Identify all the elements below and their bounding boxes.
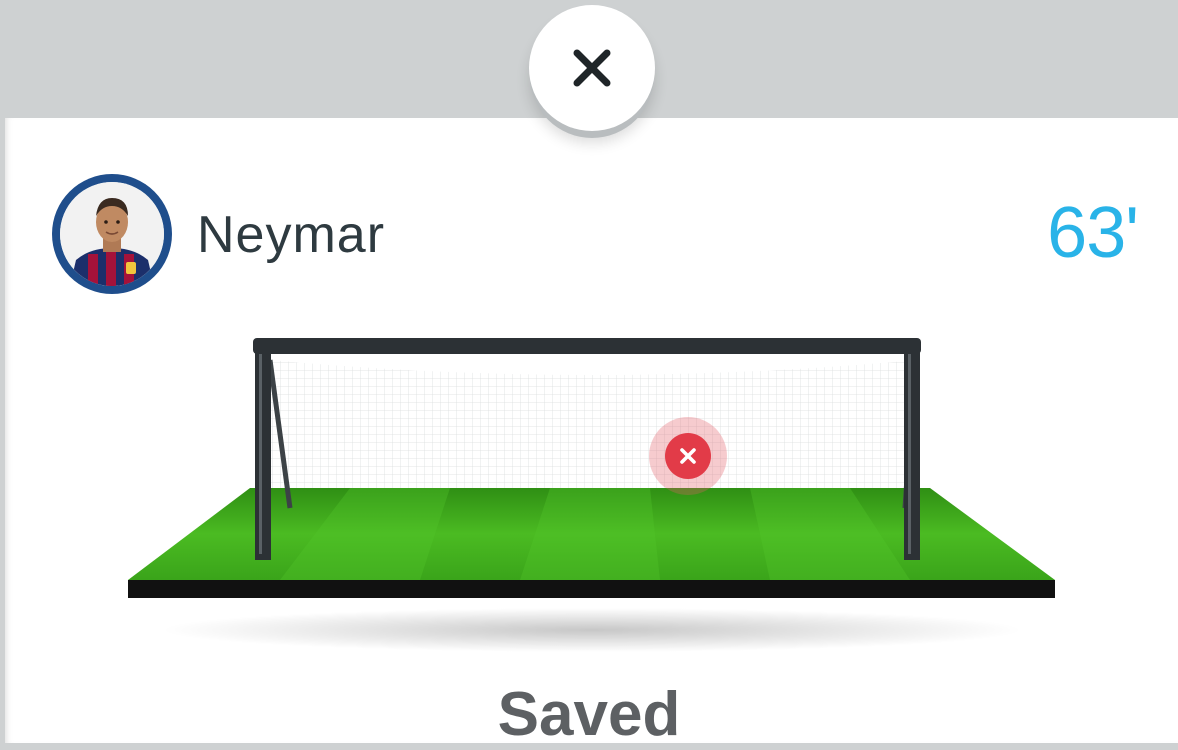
player-photo [60, 182, 164, 286]
shot-result: Saved [497, 680, 681, 749]
player-name: Neymar [197, 206, 386, 264]
goal-illustration [120, 330, 1065, 660]
close-x-icon [573, 49, 611, 87]
shot-marker[interactable] [649, 417, 727, 495]
close-button[interactable] [529, 5, 655, 131]
player-avatar[interactable] [52, 174, 172, 294]
saved-x-icon [665, 433, 711, 479]
event-minute: 63' [1047, 193, 1139, 273]
